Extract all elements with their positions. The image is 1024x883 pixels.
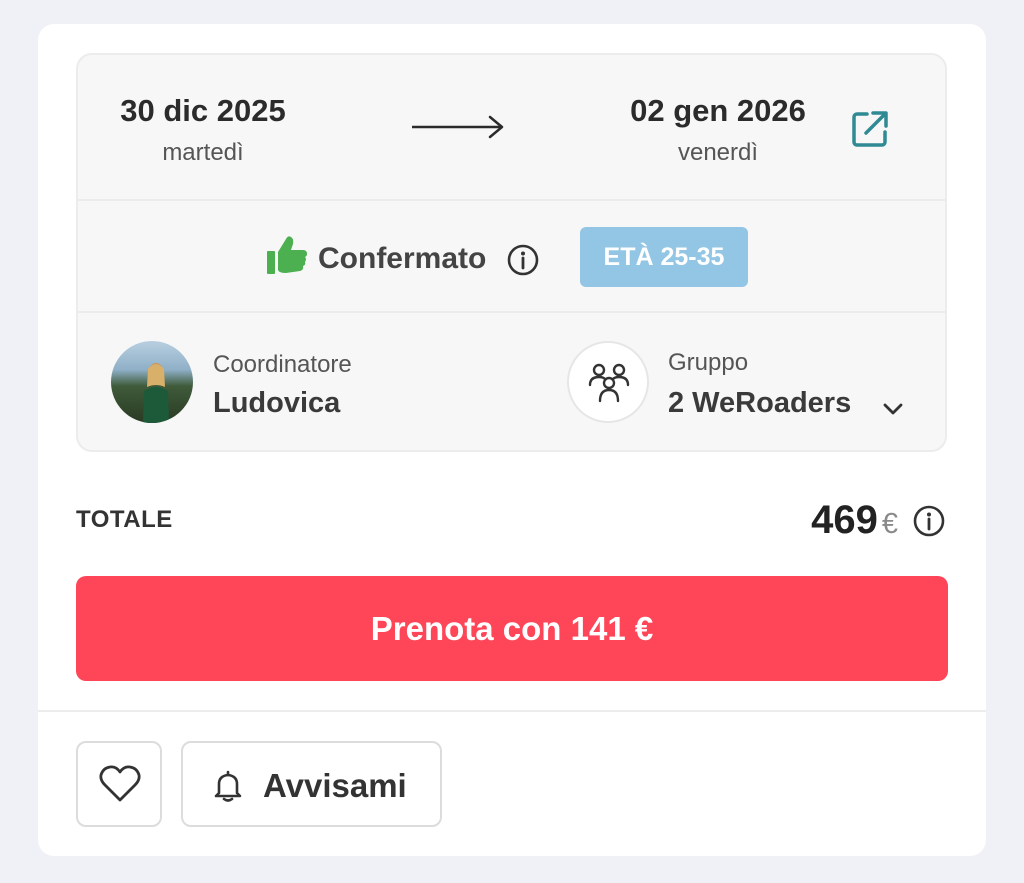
status-label: Confermato <box>318 242 487 275</box>
thumbs-up-icon <box>267 236 307 274</box>
notify-label: Avvisami <box>263 767 407 804</box>
coordinator-label: Coordinatore <box>213 351 352 378</box>
heart-icon <box>99 765 141 802</box>
divider <box>38 710 986 712</box>
end-weekday: venerdì <box>677 139 759 166</box>
start-weekday: martedì <box>162 139 244 166</box>
chevron-down-icon[interactable] <box>882 401 904 417</box>
end-date: 02 gen 2026 <box>630 93 806 128</box>
group-icon <box>588 363 630 403</box>
start-date: 30 dic 2025 <box>120 93 286 128</box>
group-label: Gruppo <box>668 349 749 376</box>
status-row: Confermato ETÀ 25-35 <box>78 201 945 313</box>
notify-button[interactable]: Avvisami <box>181 741 442 827</box>
price-currency: € <box>881 508 898 540</box>
age-range-badge: ETÀ 25-35 <box>580 227 748 287</box>
total-label: TOTALE <box>76 506 173 533</box>
group-icon-circle <box>567 341 649 423</box>
arrow-right-icon <box>412 115 504 139</box>
total-price: 469 € <box>811 498 898 543</box>
bell-icon <box>214 770 242 802</box>
info-icon[interactable] <box>506 243 540 277</box>
booking-card: 30 dic 2025 martedì 02 gen 2026 venerdì <box>38 24 986 856</box>
group-dropdown[interactable]: 2 WeRoaders <box>668 387 851 420</box>
book-button[interactable]: Prenota con 141 € <box>76 576 948 681</box>
external-link-icon[interactable] <box>850 109 890 149</box>
favorite-button[interactable] <box>76 741 162 827</box>
price-info-icon[interactable] <box>912 504 946 538</box>
price-amount: 469 <box>811 498 878 542</box>
start-date-block: 30 dic 2025 martedì <box>108 93 298 167</box>
coordinator-name: Ludovica <box>213 387 341 419</box>
people-row: Coordinatore Ludovica Gruppo 2 WeRoaders <box>78 313 945 452</box>
end-date-block: 02 gen 2026 venerdì <box>608 93 828 167</box>
coordinator-avatar[interactable] <box>111 341 193 423</box>
dates-row: 30 dic 2025 martedì 02 gen 2026 venerdì <box>78 55 945 201</box>
trip-info-box: 30 dic 2025 martedì 02 gen 2026 venerdì <box>76 53 947 452</box>
person-silhouette <box>143 363 169 423</box>
